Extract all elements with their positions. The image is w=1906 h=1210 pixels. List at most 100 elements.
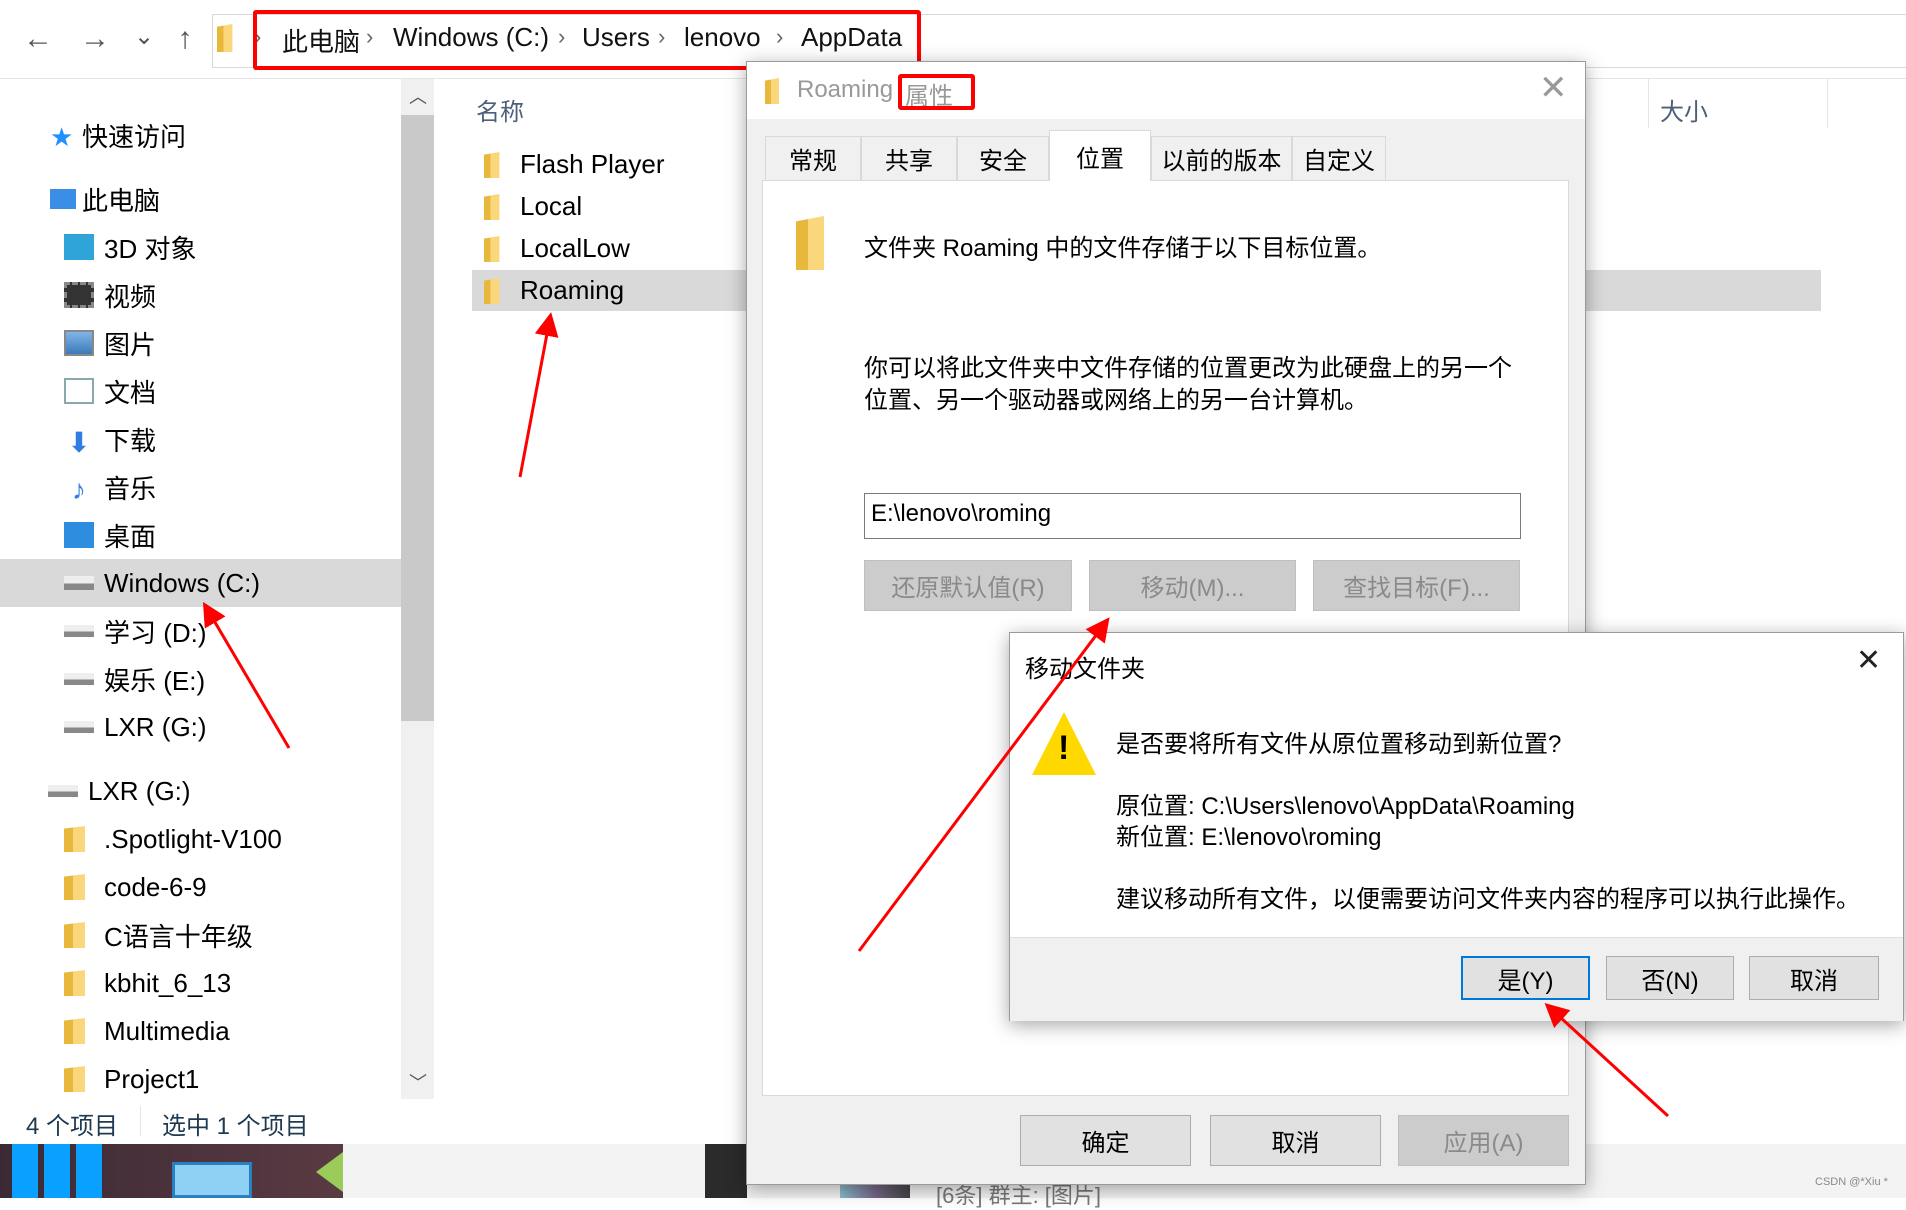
tab-sharing[interactable]: 共享 xyxy=(861,136,957,180)
navigation-pane: ★ 快速访问 此电脑 3D 对象 视频 图片 文档 ⬇ 下载 ♪ 音乐 桌面 Wind… xyxy=(0,79,401,1099)
close-icon[interactable]: ✕ xyxy=(1856,643,1881,678)
nav-label: 3D 对象 xyxy=(104,233,197,264)
cancel-move-button[interactable]: 取消 xyxy=(1749,956,1879,1000)
file-name: Flash Player xyxy=(520,149,665,179)
location-help-line1: 你可以将此文件夹中文件存储的位置更改为此硬盘上的另一个 xyxy=(864,355,1512,382)
apply-button[interactable]: 应用(A) xyxy=(1398,1115,1569,1166)
app-icon[interactable] xyxy=(172,1162,252,1198)
nav-label: Multimedia xyxy=(104,1015,230,1046)
watermark: CSDN @*Xiu * xyxy=(1815,1176,1888,1188)
move-question: 是否要将所有文件从原位置移动到新位置? xyxy=(1116,731,1562,758)
nav-label: Project1 xyxy=(104,1063,200,1094)
music-icon: ♪ xyxy=(72,474,86,505)
nav-folder[interactable]: .Spotlight-V100 xyxy=(64,815,282,863)
nav-desktop[interactable]: 桌面 xyxy=(64,511,156,559)
file-name: Local xyxy=(520,191,583,221)
location-description: 文件夹 Roaming 中的文件存储于以下目标位置。 xyxy=(864,235,1382,262)
move-button[interactable]: 移动(M)... xyxy=(1089,560,1296,611)
tab-location[interactable]: 位置 xyxy=(1049,130,1151,181)
folder-icon xyxy=(64,970,85,996)
video-icon xyxy=(64,282,94,308)
computer-icon xyxy=(50,189,76,209)
status-selected-count: 选中 1 个项目 xyxy=(162,1113,309,1140)
download-icon: ⬇ xyxy=(67,427,91,458)
nav-folder[interactable]: C语言十年级 xyxy=(64,911,253,959)
nav-drive-g[interactable]: LXR (G:) xyxy=(64,703,207,751)
tab-previous-versions[interactable]: 以前的版本 xyxy=(1151,136,1292,180)
divider xyxy=(140,1106,141,1136)
nav-label: 此电脑 xyxy=(82,185,161,216)
nav-folder[interactable]: Multimedia xyxy=(64,1007,230,1055)
nav-label: 图片 xyxy=(104,329,157,360)
nav-label: .Spotlight-V100 xyxy=(104,823,282,854)
nav-drive-c[interactable]: Windows (C:) xyxy=(64,559,260,607)
nav-label: code-6-9 xyxy=(104,871,207,902)
move-folder-dialog: 移动文件夹 ✕ ! 是否要将所有文件从原位置移动到新位置? 原位置: C:\Us… xyxy=(1009,632,1904,1021)
drive-icon xyxy=(64,673,94,685)
nav-scrollbar[interactable]: ︿ ﹀ xyxy=(401,79,434,1099)
nav-documents[interactable]: 文档 xyxy=(64,367,156,415)
nav-label: 文档 xyxy=(104,377,157,408)
column-header-name[interactable]: 名称 xyxy=(476,92,524,127)
nav-downloads[interactable]: ⬇ 下载 xyxy=(64,415,156,463)
tab-security[interactable]: 安全 xyxy=(957,136,1049,180)
location-path-input[interactable]: E:\lenovo\roming xyxy=(864,493,1521,539)
find-target-button[interactable]: 查找目标(F)... xyxy=(1313,560,1520,611)
tab-general[interactable]: 常规 xyxy=(765,136,861,180)
nav-label: 娱乐 (E:) xyxy=(104,665,206,696)
folder-icon xyxy=(64,1066,85,1092)
nav-folder[interactable]: Project1 xyxy=(64,1055,199,1103)
folder-icon xyxy=(64,874,85,900)
ok-button[interactable]: 确定 xyxy=(1020,1115,1191,1166)
nav-music[interactable]: ♪ 音乐 xyxy=(64,463,156,511)
nav-label: 快速访问 xyxy=(82,121,187,152)
up-button[interactable]: ↑ xyxy=(165,22,205,56)
nav-label: 桌面 xyxy=(104,521,157,552)
windows-tiles-icon[interactable] xyxy=(12,1144,104,1198)
nav-pictures[interactable]: 图片 xyxy=(64,319,156,367)
nav-label: Windows (C:) xyxy=(104,567,261,598)
nav-label: 视频 xyxy=(104,281,157,312)
move-advice: 建议移动所有文件，以便需要访问文件夹内容的程序可以执行此操作。 xyxy=(1116,886,1860,913)
forward-button[interactable]: → xyxy=(75,22,115,56)
nav-label: C语言十年级 xyxy=(104,921,253,952)
desktop-icon xyxy=(64,522,94,548)
location-help-line2: 位置、另一个驱动器或网络上的另一台计算机。 xyxy=(864,387,1368,414)
tab-customize[interactable]: 自定义 xyxy=(1292,136,1386,180)
drive-c-icon xyxy=(64,576,94,590)
move-dialog-title: 移动文件夹 xyxy=(1025,656,1145,683)
folder-icon xyxy=(484,236,500,262)
dialog-title-folder: Roaming xyxy=(797,76,894,103)
nav-drive-e[interactable]: 娱乐 (E:) xyxy=(64,655,205,703)
documents-icon xyxy=(64,378,94,404)
recent-locations-button[interactable]: ⌄ xyxy=(124,22,164,51)
nav-videos[interactable]: 视频 xyxy=(64,271,156,319)
close-icon[interactable]: ✕ xyxy=(1539,68,1568,108)
scroll-up-icon[interactable]: ︿ xyxy=(409,83,427,109)
scrollbar-thumb[interactable] xyxy=(401,115,434,721)
nav-3d-objects[interactable]: 3D 对象 xyxy=(64,223,196,271)
scroll-down-icon[interactable]: ﹀ xyxy=(409,1069,427,1095)
column-header-size[interactable]: 大小 xyxy=(1660,92,1708,127)
no-button[interactable]: 否(N) xyxy=(1606,956,1734,1000)
back-button[interactable]: ← xyxy=(18,22,58,56)
nav-this-pc[interactable]: 此电脑 xyxy=(50,175,160,223)
nav-folder[interactable]: kbhit_6_13 xyxy=(64,959,231,1007)
nav-drive-d[interactable]: 学习 (D:) xyxy=(64,607,207,655)
nav-folder[interactable]: code-6-9 xyxy=(64,863,207,911)
nav-quick-access[interactable]: ★ 快速访问 xyxy=(50,111,186,159)
warning-exclamation: ! xyxy=(1058,729,1070,767)
file-name: LocalLow xyxy=(520,233,630,263)
restore-default-button[interactable]: 还原默认值(R) xyxy=(864,560,1072,611)
status-item-count: 4 个项目 xyxy=(26,1113,119,1140)
folder-icon xyxy=(484,194,500,220)
yes-button[interactable]: 是(Y) xyxy=(1461,956,1590,1000)
nav-label: 音乐 xyxy=(104,473,157,504)
drive-icon xyxy=(64,721,94,733)
old-location: 原位置: C:\Users\lenovo\AppData\Roaming xyxy=(1116,793,1575,820)
cancel-button[interactable]: 取消 xyxy=(1210,1115,1381,1166)
nav-label: 下载 xyxy=(104,425,157,456)
drive-icon xyxy=(48,785,78,797)
3d-objects-icon xyxy=(64,234,94,260)
nav-drive-g-root[interactable]: LXR (G:) xyxy=(48,767,191,815)
